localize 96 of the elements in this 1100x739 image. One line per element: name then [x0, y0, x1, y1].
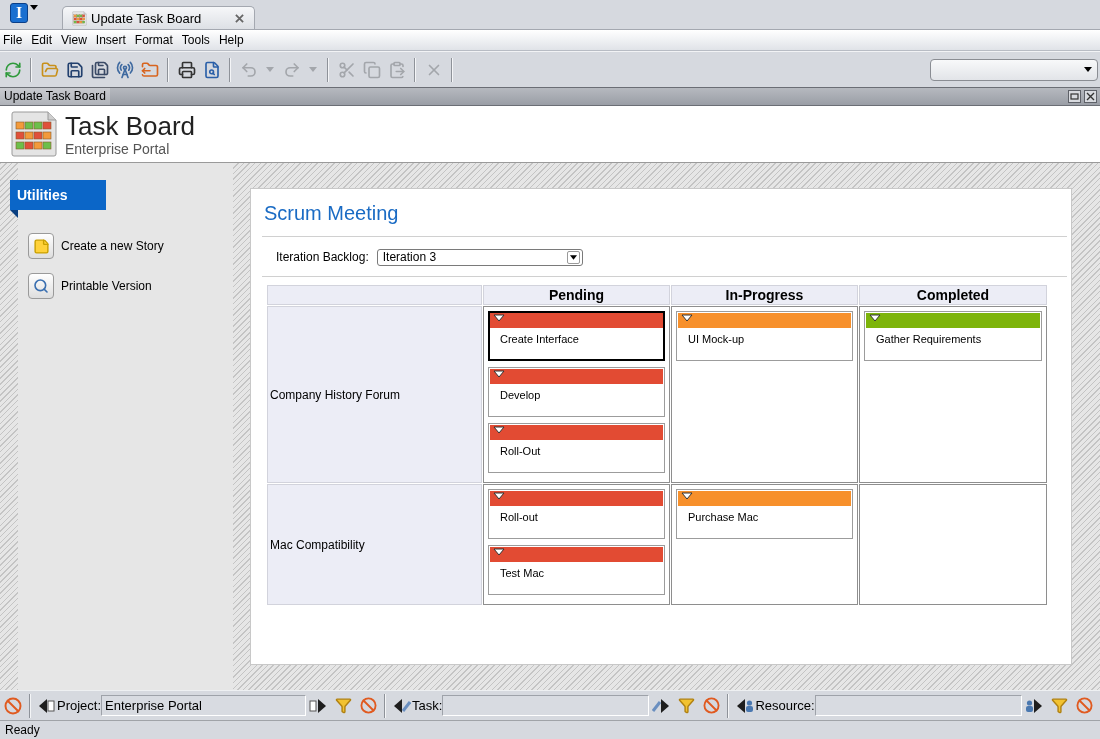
toolbar-combo-box[interactable]: [930, 58, 1098, 81]
caret-icon[interactable]: [493, 370, 505, 378]
card-title: Develop: [499, 388, 542, 402]
task-card[interactable]: Purchase Mac: [676, 489, 853, 539]
section-title: Scrum Meeting: [264, 201, 399, 226]
refresh-icon: [3, 60, 22, 79]
filter-field[interactable]: Enterprise Portal: [101, 695, 307, 716]
task-board-icon: [10, 110, 58, 158]
menu-item[interactable]: View: [60, 32, 88, 48]
folder-icon: [40, 60, 59, 79]
menu-item[interactable]: Insert: [94, 32, 127, 48]
filter-icon[interactable]: [678, 697, 696, 714]
card-title: Test Mac: [499, 566, 545, 580]
restore-button[interactable]: [1068, 90, 1081, 103]
column-header: In-Progress: [671, 285, 858, 305]
caret-icon[interactable]: [493, 548, 505, 556]
redo-icon: [282, 60, 301, 79]
close-icon[interactable]: [235, 13, 244, 23]
close-button[interactable]: [1084, 90, 1097, 103]
caret-icon[interactable]: [493, 492, 505, 500]
page-subtitle: Enterprise Portal: [65, 140, 171, 157]
filter-icon[interactable]: [1050, 697, 1068, 714]
caret-icon: [309, 67, 317, 72]
page-title: Task Board: [65, 111, 196, 141]
task-card[interactable]: UI Mock-up: [676, 311, 853, 361]
card-title: Create Interface: [499, 332, 580, 346]
task-card[interactable]: Roll-Out: [488, 423, 665, 473]
filter-field[interactable]: [442, 695, 650, 716]
undo-icon: [239, 60, 258, 79]
next-icon[interactable]: [1024, 696, 1043, 715]
card-title: UI Mock-up: [687, 332, 746, 346]
restore-icon: [1070, 92, 1079, 101]
caret-icon: [266, 67, 274, 72]
task-card[interactable]: Roll-out: [488, 489, 665, 539]
previous-icon[interactable]: [38, 696, 56, 715]
task-card[interactable]: Test Mac: [488, 545, 665, 595]
card-title: Gather Requirements: [875, 332, 983, 346]
menu-item[interactable]: Edit: [30, 32, 54, 48]
backlog-label: Iteration Backlog:: [276, 249, 369, 266]
task-board-icon: [72, 10, 87, 26]
ribbon-fold-icon: [10, 210, 18, 218]
caret-icon: [1084, 67, 1092, 72]
folder-arrow-icon: [140, 60, 159, 79]
caret-icon[interactable]: [493, 426, 505, 434]
column-header: Pending: [483, 285, 670, 305]
sidebar-item[interactable]: Printable Version: [28, 273, 152, 299]
panel-title: Update Task Board: [0, 88, 110, 105]
filter-field[interactable]: [814, 695, 1022, 716]
sticky-note-icon: [28, 233, 54, 259]
caret-icon: [569, 254, 577, 260]
radio-tower-icon: [115, 60, 134, 79]
caret-icon[interactable]: [869, 314, 881, 322]
caret-icon[interactable]: [493, 314, 505, 322]
task-card[interactable]: Gather Requirements: [864, 311, 1042, 361]
field-label: Project:: [57, 696, 102, 715]
sidebar-item[interactable]: Create a new Story: [28, 233, 164, 259]
print-icon: [177, 60, 196, 79]
copy-icon: [362, 60, 381, 79]
caret-icon[interactable]: [681, 314, 693, 322]
file-search-icon: [202, 60, 221, 79]
save-all-icon: [90, 60, 109, 79]
card-title: Purchase Mac: [687, 510, 760, 524]
ban-icon[interactable]: [1075, 697, 1093, 714]
save-icon: [65, 60, 84, 79]
ban-icon[interactable]: [703, 697, 721, 714]
row-header: Mac Compatibility: [267, 484, 482, 605]
menu-item[interactable]: Format: [133, 32, 174, 48]
status-text: Ready: [5, 722, 40, 739]
paste-icon: [387, 60, 406, 79]
row-header: Company History Forum: [267, 306, 482, 483]
menu-item[interactable]: File: [2, 32, 24, 48]
previous-icon[interactable]: [393, 696, 412, 715]
caret-icon[interactable]: [681, 492, 693, 500]
tab[interactable]: Update Task Board: [62, 6, 255, 29]
column-header: Completed: [859, 285, 1047, 305]
next-icon[interactable]: [652, 696, 671, 715]
search-icon: [28, 273, 54, 299]
iteration-select[interactable]: Iteration 3: [376, 248, 583, 266]
filter-icon[interactable]: [335, 697, 353, 714]
ban-icon[interactable]: [360, 697, 378, 714]
field-label: Resource:: [755, 696, 815, 715]
menu-item[interactable]: Tools: [180, 32, 211, 48]
caret-icon: [30, 5, 38, 10]
field-label: Task:: [412, 696, 443, 715]
close-icon: [1086, 92, 1095, 101]
task-card[interactable]: Develop: [488, 367, 665, 417]
task-card[interactable]: Create Interface: [488, 311, 665, 361]
card-title: Roll-out: [499, 510, 539, 524]
scissors-icon: [337, 60, 356, 79]
next-icon[interactable]: [309, 696, 328, 715]
ban-icon[interactable]: [4, 696, 22, 715]
previous-icon[interactable]: [736, 696, 755, 715]
section-header: Utilities: [10, 180, 106, 210]
menu-item[interactable]: Help: [217, 32, 245, 48]
app-logo-button[interactable]: I: [10, 3, 28, 23]
card-title: Roll-Out: [499, 444, 542, 458]
